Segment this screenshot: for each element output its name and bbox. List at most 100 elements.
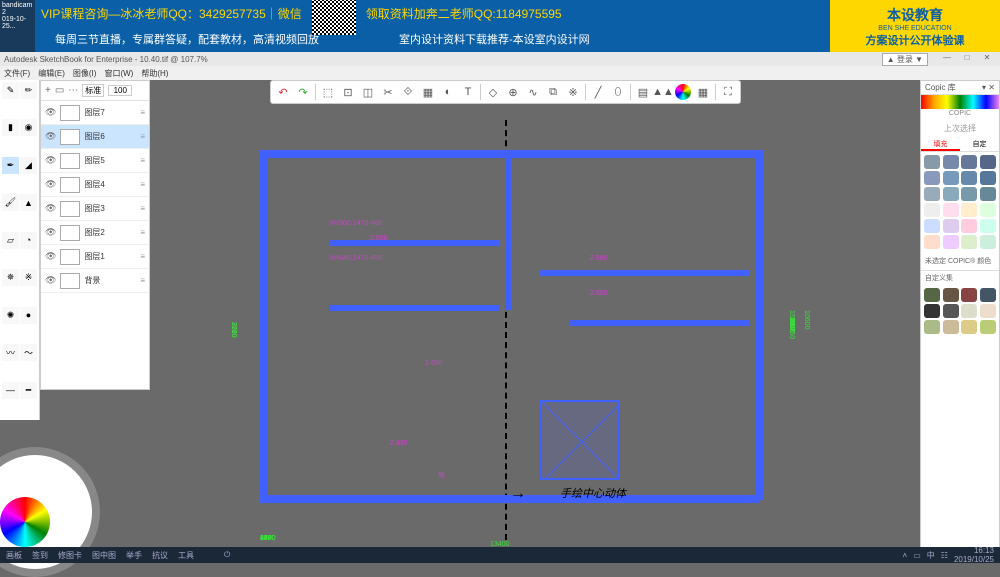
tray-ime-icon[interactable]: 中 — [927, 550, 935, 561]
menu-edit[interactable]: 编辑(E) — [38, 68, 65, 79]
taskbar-item[interactable]: 图中图 — [92, 550, 116, 561]
brush-pencil-icon[interactable]: ✎ — [2, 82, 19, 99]
text-icon[interactable]: T — [460, 84, 476, 100]
color-swatch[interactable] — [961, 219, 977, 233]
menu-image[interactable]: 图像(I) — [73, 68, 97, 79]
custom-swatch[interactable] — [943, 288, 959, 302]
custom-swatch[interactable] — [961, 304, 977, 318]
color-swatch[interactable] — [980, 171, 996, 185]
brush-marker-icon[interactable]: ▮ — [2, 119, 19, 136]
color-swatch[interactable] — [980, 155, 996, 169]
canvas-area[interactable]: ↶ ↷ ⬚ ⊡ ◫ ✂ ⟐ ▦ ◐ T ◇ ⊕ ∿ ⧉ ※ ╱ ⬯ ▤ ▲▲ ▦… — [0, 80, 1000, 547]
color-swatch[interactable] — [961, 235, 977, 249]
brush-stroke4-icon[interactable]: ━ — [20, 382, 37, 399]
color-swatch[interactable] — [980, 203, 996, 217]
brush-felt-icon[interactable]: ▲ — [20, 194, 37, 211]
layer-row[interactable]: 👁图层2≡ — [41, 221, 149, 245]
perspective-icon[interactable]: ⧉ — [545, 84, 561, 100]
marquee-icon[interactable]: ⊡ — [340, 84, 356, 100]
palette-icon[interactable]: ▦ — [695, 84, 711, 100]
color-swatch[interactable] — [980, 235, 996, 249]
tab-fill[interactable]: 填充 — [921, 138, 960, 151]
custom-swatch[interactable] — [924, 304, 940, 318]
maximize-button[interactable]: □ — [958, 53, 976, 66]
visibility-icon[interactable]: 👁 — [45, 155, 56, 166]
brush-pen-icon[interactable]: ✏ — [20, 82, 37, 99]
layer-opts-icon[interactable]: ⋯ — [68, 85, 78, 96]
visibility-icon[interactable]: 👁 — [45, 203, 56, 214]
custom-swatch[interactable] — [943, 304, 959, 318]
power-icon[interactable]: ⏻ — [224, 550, 230, 560]
hue-strip[interactable] — [921, 95, 999, 109]
transform-icon[interactable]: ⟐ — [400, 84, 416, 100]
tab-custom[interactable]: 自定 — [960, 138, 999, 151]
brush-lib-icon[interactable]: ▲▲ — [655, 84, 671, 100]
shape-icon[interactable]: ⬯ — [610, 84, 626, 100]
undo-icon[interactable]: ↶ — [275, 84, 291, 100]
taskbar-item[interactable]: 签到 — [32, 550, 48, 561]
taskbar-item[interactable]: 工具 — [178, 550, 194, 561]
folder-icon[interactable]: ▭ — [55, 85, 64, 96]
brush-paint-icon[interactable]: 🖌 — [2, 194, 19, 211]
custom-swatch[interactable] — [980, 320, 996, 334]
brush-ink-icon[interactable]: ✒ — [2, 157, 19, 174]
brush-airbrush-icon[interactable]: ◉ — [20, 119, 37, 136]
lasso-icon[interactable]: ◫ — [360, 84, 376, 100]
layer-row[interactable]: 👁图层1≡ — [41, 245, 149, 269]
tray-up-icon[interactable]: ˄ — [903, 551, 908, 560]
color-swatch[interactable] — [924, 235, 940, 249]
menu-file[interactable]: 文件(F) — [4, 68, 30, 79]
layer-row[interactable]: 👁图层5≡ — [41, 149, 149, 173]
ellipse-guide-icon[interactable]: ⊕ — [505, 84, 521, 100]
layers-icon[interactable]: ▤ — [635, 84, 651, 100]
color-swatch[interactable] — [924, 219, 940, 233]
color-swatch[interactable] — [924, 187, 940, 201]
color-swatch[interactable] — [943, 235, 959, 249]
close-button[interactable]: ✕ — [978, 53, 996, 66]
taskbar-item[interactable]: 画板 — [6, 550, 22, 561]
ruler-icon[interactable]: ◇ — [485, 84, 501, 100]
color-swatch[interactable] — [943, 203, 959, 217]
visibility-icon[interactable]: 👁 — [45, 107, 56, 118]
brush-texture1-icon[interactable]: ※ — [20, 269, 37, 286]
color-swatch[interactable] — [961, 171, 977, 185]
visibility-icon[interactable]: 👁 — [45, 131, 56, 142]
menu-window[interactable]: 窗口(W) — [104, 68, 133, 79]
login-dropdown[interactable]: ▲ 登录 ▼ — [882, 53, 928, 66]
color-swatch[interactable] — [943, 171, 959, 185]
custom-swatch[interactable] — [924, 288, 940, 302]
color-puck-icon[interactable] — [0, 497, 50, 547]
color-swatch[interactable] — [980, 219, 996, 233]
visibility-icon[interactable]: 👁 — [45, 251, 56, 262]
curve-icon[interactable]: ∿ — [525, 84, 541, 100]
layer-row[interactable]: 👁图层3≡ — [41, 197, 149, 221]
layer-opacity-input[interactable]: 100 — [108, 85, 132, 96]
visibility-icon[interactable]: 👁 — [45, 275, 56, 286]
layer-row[interactable]: 👁图层6≡ — [41, 125, 149, 149]
color-swatch[interactable] — [924, 155, 940, 169]
custom-swatch[interactable] — [980, 288, 996, 302]
line-icon[interactable]: ╱ — [590, 84, 606, 100]
color-swatch[interactable] — [924, 171, 940, 185]
gradient-icon[interactable]: ◐ — [440, 84, 456, 100]
color-swatch[interactable] — [943, 187, 959, 201]
brush-splatter-icon[interactable]: ✵ — [2, 269, 19, 286]
taskbar-item[interactable]: 抗议 — [152, 550, 168, 561]
color-swatch[interactable] — [924, 203, 940, 217]
select-icon[interactable]: ⬚ — [320, 84, 336, 100]
layer-row[interactable]: 👁背景≡ — [41, 269, 149, 293]
custom-swatch[interactable] — [943, 320, 959, 334]
custom-swatch[interactable] — [924, 320, 940, 334]
tray-display-icon[interactable]: ▭ — [913, 551, 921, 560]
custom-swatch[interactable] — [961, 320, 977, 334]
tray-net-icon[interactable]: ☷ — [941, 551, 948, 560]
visibility-icon[interactable]: 👁 — [45, 227, 56, 238]
layer-row[interactable]: 👁图层4≡ — [41, 173, 149, 197]
custom-swatch[interactable] — [961, 288, 977, 302]
puck-tool[interactable] — [0, 467, 100, 547]
brush-eraser-icon[interactable]: ▱ — [2, 232, 19, 249]
brush-chisel-icon[interactable]: ◢ — [20, 157, 37, 174]
custom-swatch[interactable] — [980, 304, 996, 318]
symmetry-icon[interactable]: ※ — [565, 84, 581, 100]
color-swatch[interactable] — [961, 203, 977, 217]
